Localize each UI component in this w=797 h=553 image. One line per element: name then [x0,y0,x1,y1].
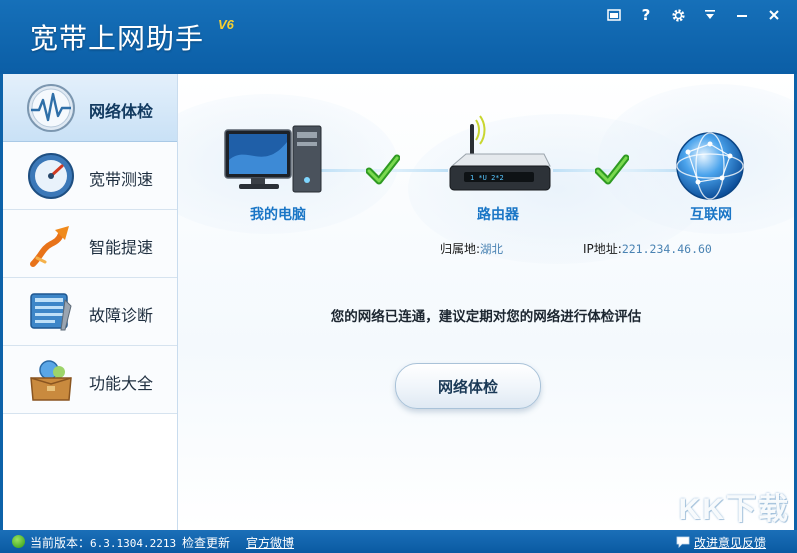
ip-value: 221.234.46.60 [621,242,712,256]
app-title: 宽带上网助手 [30,22,205,55]
help-icon: ? [641,6,651,24]
title-bar[interactable]: 宽带上网助手 V6 ? [0,0,797,74]
sidebar-item-all-features[interactable]: 功能大全 [3,346,177,414]
menu-down-icon [705,10,715,19]
sidebar-item-speed-test[interactable]: 宽带测速 [3,142,177,210]
stethoscope-icon [27,84,75,132]
router-icon[interactable]: 1 *U 2*2 [446,114,552,204]
node-label-router: 路由器 [477,207,519,223]
help-button[interactable]: ? [631,4,661,26]
sidebar-item-label: 宽带测速 [89,170,154,189]
skin-icon [607,9,621,21]
sidebar: 网络体检 宽带测速 智能提速 故障诊断 功能大全 [3,74,178,530]
computer-icon[interactable] [223,120,325,200]
sidebar-item-label: 功能大全 [89,374,154,393]
check-mark-icon [595,154,629,185]
close-icon [769,10,779,20]
sidebar-item-label: 网络体检 [89,102,154,121]
toolbox-icon [30,360,72,401]
node-label-my-computer: 我的电脑 [250,207,306,223]
sidebar-item-diagnosis[interactable]: 故障诊断 [3,278,177,346]
status-message: 您的网络已连通，建议定期对您的网络进行体检评估 [330,309,642,325]
version-label: 当前版本： [30,536,91,550]
sidebar-item-smart-boost[interactable]: 智能提速 [3,210,177,278]
menu-button[interactable] [695,4,725,26]
sidebar-item-network-checkup[interactable]: 网络体检 [3,74,177,142]
feedback-bubble-icon [676,536,690,548]
wrench-diagnosis-icon [30,293,72,331]
official-weibo-link[interactable]: 官方微博 [246,534,294,551]
gear-icon [671,8,685,22]
watermark-logo: KK下载 [678,493,790,526]
status-ok-icon [12,535,25,548]
region-label: 归属地: [440,242,481,256]
sidebar-item-label: 故障诊断 [89,306,154,325]
version-value: 6.3.1304.2213 [90,537,177,550]
rocket-arrow-icon [30,226,69,267]
region-info: 归属地:湖北 [440,240,503,257]
minimize-icon [737,15,747,17]
main-panel: 我的电脑 1 *U 2*2 路由器 互联网 归属地:湖北 IP地址:221.23… [178,74,794,530]
region-value: 湖北 [480,242,504,256]
status-bar: 当前版本：6.3.1304.2213 检查更新 官方微博 改进意见反馈 [0,530,797,553]
ip-info: IP地址:221.234.46.60 [583,240,712,257]
app-version-badge: V6 [218,17,234,32]
close-button[interactable] [759,4,789,26]
minimize-button[interactable] [727,4,757,26]
check-update-link[interactable]: 检查更新 [182,534,230,551]
network-checkup-button[interactable]: 网络体检 [395,363,541,409]
sidebar-item-label: 智能提速 [89,238,154,257]
feedback-link[interactable]: 改进意见反馈 [694,534,766,551]
router-display-text: 1 *U 2*2 [470,174,504,182]
node-label-internet: 互联网 [690,207,732,223]
skin-button[interactable] [599,4,629,26]
speedometer-icon [28,153,74,199]
check-mark-icon [366,154,400,185]
app-window: 宽带上网助手 V6 ? 网络体检 宽带测速 智能提速 故障诊断 功能大全 我的电… [0,0,797,553]
settings-button[interactable] [663,4,693,26]
globe-icon[interactable] [674,130,746,202]
window-controls: ? [599,4,789,26]
ip-label: IP地址: [583,242,622,256]
version-info: 当前版本：6.3.1304.2213 [30,534,176,551]
